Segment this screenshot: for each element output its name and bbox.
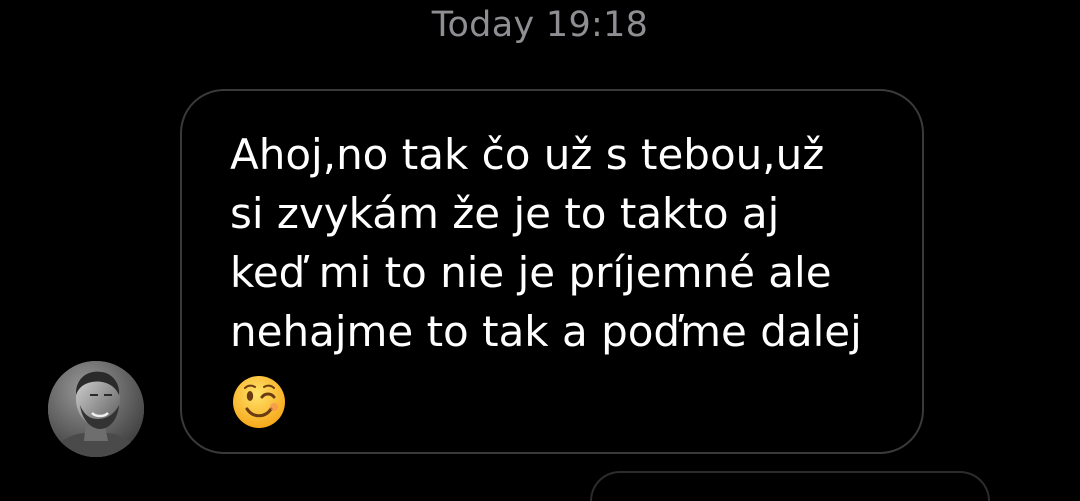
next-message-bubble[interactable]: [590, 471, 990, 501]
message-bubble[interactable]: Ahoj,no tak čo už s tebou,už si zvykám ž…: [180, 89, 924, 454]
avatar-image: [48, 361, 144, 457]
chat-screen: { "chat": { "timestamp": "Today 19:18", …: [0, 0, 1080, 501]
message-timestamp: Today 19:18: [431, 5, 649, 45]
message-text: Ahoj,no tak čo už s tebou,už si zvykám ž…: [230, 130, 862, 356]
winking-face-emoji-icon: [233, 376, 285, 428]
contact-avatar[interactable]: [48, 361, 144, 457]
